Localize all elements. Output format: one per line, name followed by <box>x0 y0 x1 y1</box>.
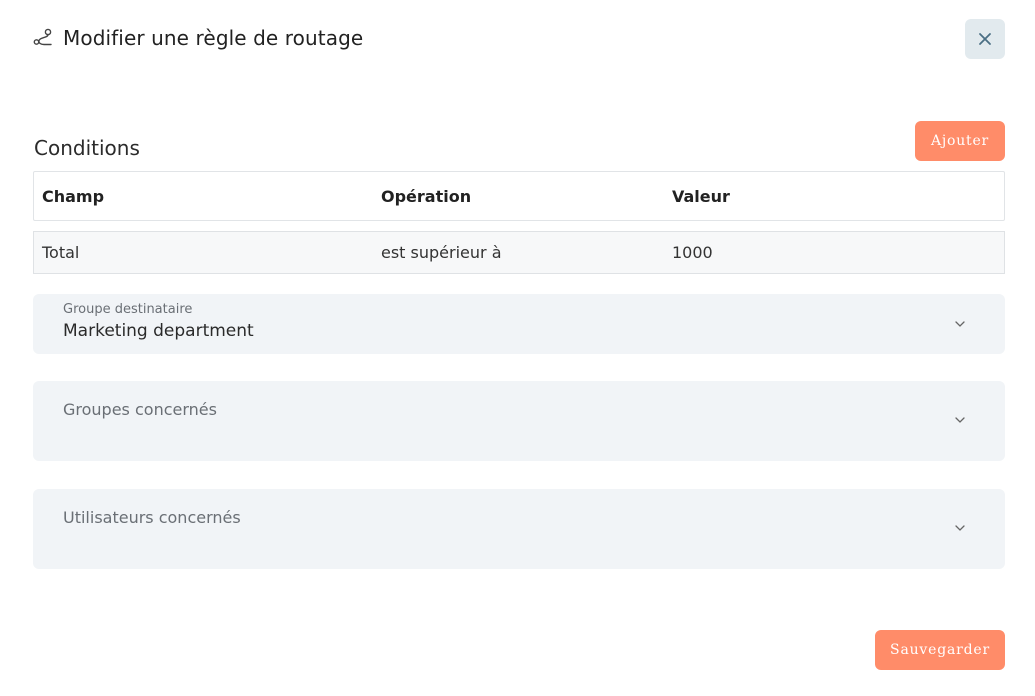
groups-label: Groupes concernés <box>63 400 217 419</box>
users-select[interactable]: Utilisateurs concernés <box>33 489 1005 569</box>
close-button[interactable] <box>965 19 1005 59</box>
chevron-down-icon <box>955 525 965 531</box>
column-header-operation: Opération <box>381 186 472 206</box>
chevron-down-icon <box>955 321 965 327</box>
column-header-value: Valeur <box>672 186 730 206</box>
add-condition-button[interactable]: Ajouter <box>915 121 1005 161</box>
dialog-title: Modifier une règle de routage <box>63 26 364 50</box>
chevron-down-icon <box>955 417 965 423</box>
destination-group-value: Marketing department <box>63 321 254 341</box>
table-row[interactable]: Total est supérieur à 1000 <box>33 231 1005 274</box>
cell-field: Total <box>42 243 80 262</box>
groups-select[interactable]: Groupes concernés <box>33 381 1005 461</box>
destination-group-select[interactable]: Groupe destinataire Marketing department <box>33 294 1005 354</box>
destination-group-label: Groupe destinataire <box>63 302 193 317</box>
close-icon <box>979 33 991 45</box>
conditions-table-header: Champ Opération Valeur <box>33 171 1005 221</box>
column-header-field: Champ <box>42 186 105 206</box>
dialog-header: Modifier une règle de routage <box>32 26 363 50</box>
users-label: Utilisateurs concernés <box>63 508 241 527</box>
cell-operation: est supérieur à <box>381 243 502 262</box>
route-icon <box>33 28 52 46</box>
cell-value: 1000 <box>672 243 713 262</box>
conditions-title: Conditions <box>34 136 140 160</box>
save-button[interactable]: Sauvegarder <box>875 630 1005 670</box>
